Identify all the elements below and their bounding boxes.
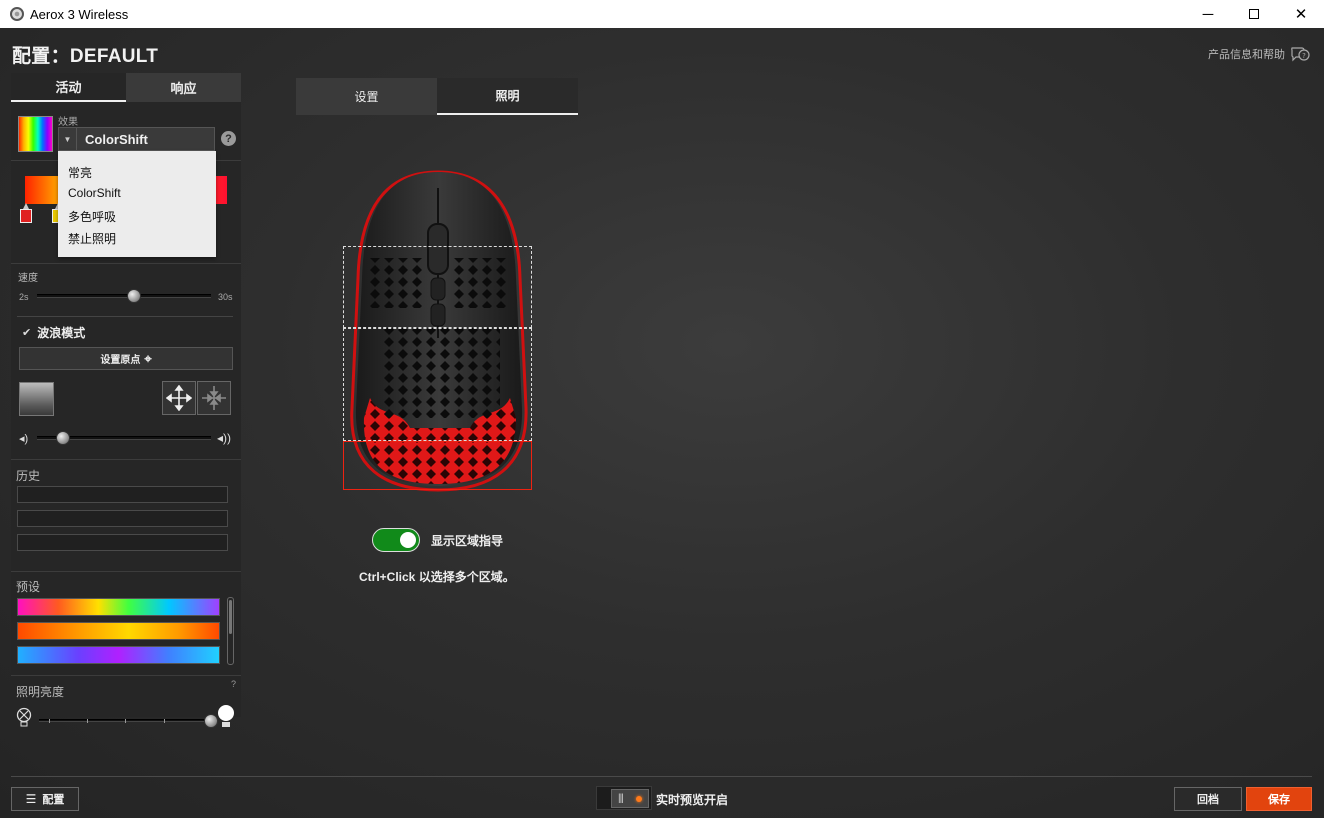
tick — [49, 719, 50, 723]
history-slot[interactable] — [17, 486, 228, 503]
divider — [11, 776, 1312, 777]
preset-swatch[interactable] — [17, 598, 220, 616]
history-label: 历史 — [16, 469, 41, 483]
divider — [11, 459, 241, 460]
multi-select-hint: Ctrl+Click 以选择多个区域。 — [359, 570, 515, 584]
effect-preview-swatch — [18, 116, 53, 152]
maximize-button[interactable] — [1231, 0, 1277, 28]
checkmark-icon: ✔ — [22, 327, 32, 339]
window-titlebar: Aerox 3 Wireless ─ ✕ — [0, 0, 1324, 28]
history-slot[interactable] — [17, 510, 228, 527]
speed-slider-track[interactable] — [37, 294, 211, 298]
wave-direction-out-button[interactable] — [162, 381, 196, 415]
chat-help-icon: ? — [1291, 47, 1310, 62]
main-area: 配置：DEFAULT 产品信息和帮助 ? 活动 响应 效果 ▼ ColorShi… — [0, 28, 1324, 818]
divider — [11, 675, 241, 676]
set-origin-label: 设置原点 — [100, 355, 141, 366]
bulb-off-icon — [16, 707, 32, 727]
speed-min-label: 2s — [19, 292, 29, 302]
maximize-icon — [1249, 9, 1259, 19]
effect-label: 效果 — [58, 117, 78, 128]
minimize-button[interactable]: ─ — [1185, 0, 1231, 28]
product-help-label: 产品信息和帮助 — [1208, 49, 1285, 61]
volume-low-icon: ◂) — [19, 433, 29, 445]
effect-help-icon[interactable]: ? — [221, 131, 236, 146]
tab-response[interactable]: 响应 — [126, 73, 241, 102]
preset-swatch[interactable] — [17, 622, 220, 640]
zone-guide-toggle[interactable] — [372, 528, 420, 552]
tick — [125, 719, 126, 723]
crosshair-icon: ⌖ — [144, 350, 152, 366]
divider — [11, 263, 241, 264]
save-button[interactable]: 保存 — [1246, 787, 1312, 811]
toggle-knob — [400, 532, 416, 548]
wave-mode-label: 波浪模式 — [37, 326, 86, 340]
wave-mode-checkbox[interactable]: ✔ 波浪模式 — [22, 324, 85, 341]
svg-text:?: ? — [1302, 52, 1306, 60]
set-origin-button[interactable]: 设置原点 ⌖ — [19, 347, 233, 370]
tick — [87, 719, 88, 723]
effect-dropdown[interactable]: ▼ ColorShift — [58, 127, 215, 151]
grip-icon: ||| — [618, 793, 624, 804]
presets-scrollbar[interactable] — [227, 597, 234, 665]
chevron-down-icon: ▼ — [59, 128, 77, 150]
presets-label: 预设 — [16, 580, 41, 594]
window-title: Aerox 3 Wireless — [30, 6, 129, 22]
zone-front[interactable] — [343, 246, 532, 328]
zone-guide-label: 显示区域指导 — [431, 534, 504, 548]
list-icon: ☰ — [25, 792, 37, 806]
arrows-out-icon — [166, 385, 192, 411]
speed-slider-knob[interactable] — [127, 289, 142, 303]
history-slot[interactable] — [17, 534, 228, 551]
close-button[interactable]: ✕ — [1278, 0, 1324, 28]
effect-option-solid[interactable]: 常亮 — [68, 164, 92, 181]
arrows-in-icon — [202, 386, 226, 410]
app-logo-icon — [10, 7, 24, 21]
revert-button[interactable]: 回档 — [1174, 787, 1242, 811]
effect-dropdown-menu: 常亮 ColorShift 多色呼吸 禁止照明 — [58, 151, 216, 257]
config-button-label: 配置 — [42, 794, 65, 806]
brightness-label: 照明亮度 — [16, 685, 65, 699]
zone-middle[interactable] — [343, 328, 532, 441]
effect-option-multi-breathe[interactable]: 多色呼吸 — [68, 208, 116, 225]
wave-intensity-knob[interactable] — [56, 431, 71, 445]
wave-direction-in-button[interactable] — [197, 381, 231, 415]
zone-rear-selected[interactable] — [343, 441, 532, 490]
divider — [11, 571, 241, 572]
wave-color-swatch[interactable] — [19, 382, 54, 416]
tick — [164, 719, 165, 723]
live-indicator-icon — [636, 796, 642, 802]
profile-title: 配置：DEFAULT — [12, 46, 159, 67]
speed-label: 速度 — [18, 273, 38, 284]
bulb-on-icon — [217, 705, 235, 727]
tab-lighting[interactable]: 照明 — [437, 78, 578, 115]
effect-option-colorshift[interactable]: ColorShift — [68, 186, 121, 200]
divider — [17, 316, 233, 317]
tab-activity[interactable]: 活动 — [11, 73, 126, 102]
config-button[interactable]: ☰ 配置 — [11, 787, 79, 811]
brightness-slider-knob[interactable] — [204, 714, 218, 728]
live-preview-label: 实时预览开启 — [656, 793, 729, 807]
gradient-stop-red[interactable] — [20, 203, 32, 223]
product-help-link[interactable]: 产品信息和帮助 ? — [1208, 46, 1310, 62]
effect-option-disable[interactable]: 禁止照明 — [68, 230, 116, 247]
center-tabs: 设置 照明 — [296, 78, 578, 115]
brightness-help-icon[interactable]: ? — [231, 679, 236, 689]
preset-swatch[interactable] — [17, 646, 220, 664]
volume-high-icon: ◂)) — [217, 431, 232, 445]
left-tabs: 活动 响应 — [11, 73, 241, 102]
speed-max-label: 30s — [218, 292, 233, 302]
live-preview-grip: ||| — [611, 789, 649, 808]
effect-selected-value: ColorShift — [85, 131, 148, 147]
live-preview-toggle[interactable]: ||| — [596, 786, 652, 810]
tab-settings[interactable]: 设置 — [296, 78, 437, 115]
